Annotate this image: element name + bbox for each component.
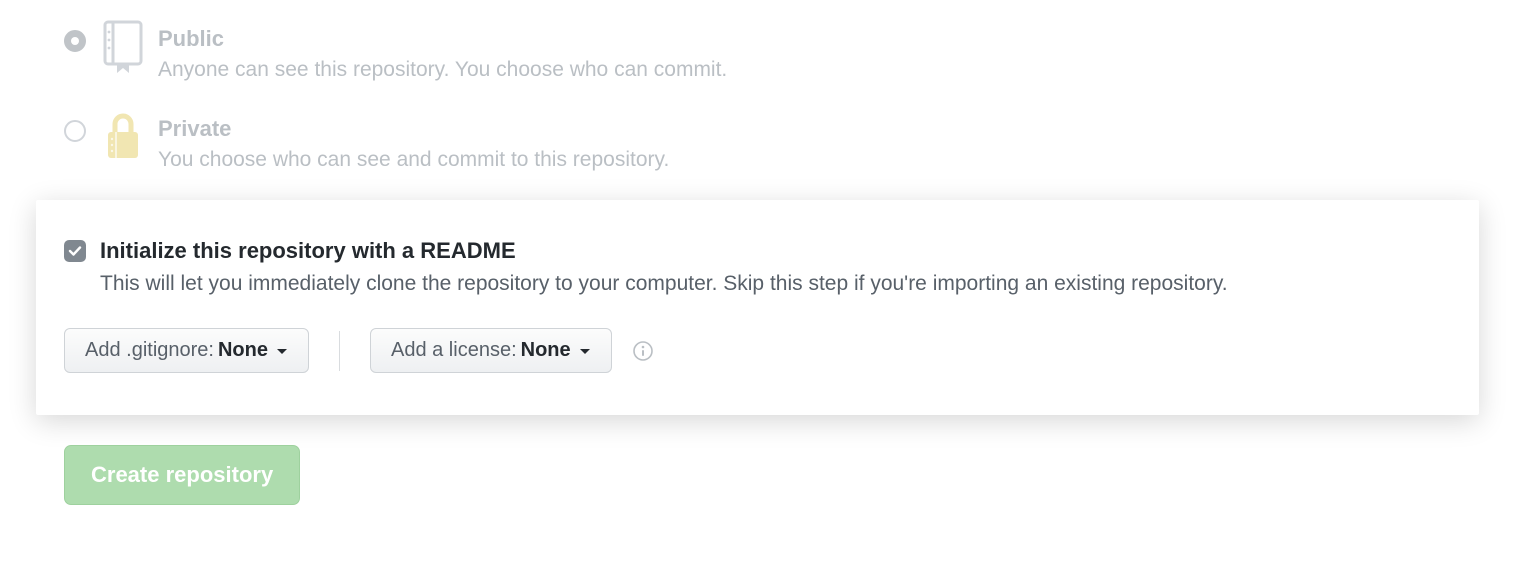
chevron-down-icon bbox=[579, 339, 591, 362]
readme-checkbox[interactable] bbox=[64, 240, 86, 262]
gitignore-value: None bbox=[218, 339, 268, 362]
info-icon[interactable] bbox=[632, 340, 654, 362]
license-dropdown[interactable]: Add a license: None bbox=[370, 328, 612, 373]
private-title: Private bbox=[158, 116, 669, 142]
public-title: Public bbox=[158, 26, 727, 52]
visibility-group: Public Anyone can see this repository. Y… bbox=[0, 0, 1515, 172]
readme-text: Initialize this repository with a README… bbox=[100, 238, 1228, 296]
readme-desc: This will let you immediately clone the … bbox=[100, 272, 1228, 296]
chevron-down-icon bbox=[276, 339, 288, 362]
public-text: Public Anyone can see this repository. Y… bbox=[158, 20, 727, 82]
radio-public[interactable] bbox=[64, 30, 86, 52]
initialize-panel: Initialize this repository with a README… bbox=[36, 200, 1479, 415]
readme-row: Initialize this repository with a README… bbox=[64, 238, 1451, 296]
gitignore-label: Add .gitignore: bbox=[85, 339, 214, 362]
visibility-option-private[interactable]: Private You choose who can see and commi… bbox=[64, 110, 1515, 172]
radio-inner bbox=[71, 37, 79, 45]
visibility-option-public[interactable]: Public Anyone can see this repository. Y… bbox=[64, 20, 1515, 82]
private-desc: You choose who can see and commit to thi… bbox=[158, 148, 669, 172]
readme-title: Initialize this repository with a README bbox=[100, 238, 1228, 264]
lock-icon bbox=[102, 110, 144, 164]
private-text: Private You choose who can see and commi… bbox=[158, 110, 669, 172]
radio-private[interactable] bbox=[64, 120, 86, 142]
license-value: None bbox=[521, 339, 571, 362]
separator bbox=[339, 331, 340, 371]
repo-icon bbox=[102, 20, 144, 74]
public-desc: Anyone can see this repository. You choo… bbox=[158, 58, 727, 82]
license-label: Add a license: bbox=[391, 339, 517, 362]
submit-row: Create repository bbox=[0, 415, 1515, 505]
create-repository-button[interactable]: Create repository bbox=[64, 445, 300, 505]
dropdown-row: Add .gitignore: None Add a license: None bbox=[64, 328, 1451, 373]
gitignore-dropdown[interactable]: Add .gitignore: None bbox=[64, 328, 309, 373]
